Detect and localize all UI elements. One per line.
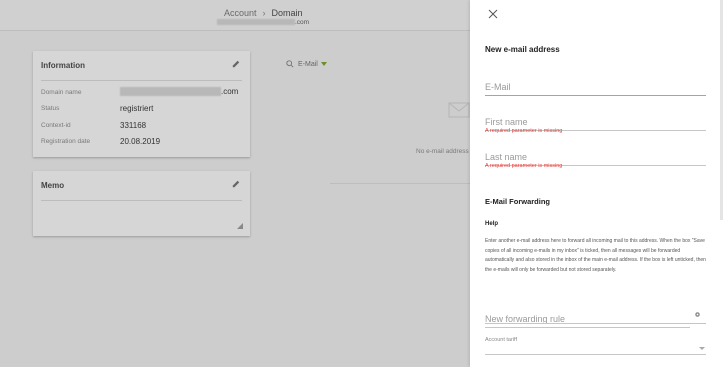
email-input[interactable] xyxy=(485,80,706,96)
breadcrumb: Account › Domain xyxy=(224,8,303,18)
email-filter-label: E-Mail xyxy=(298,60,318,68)
redacted-domain xyxy=(217,19,295,26)
envelope-icon xyxy=(448,102,470,118)
new-email-panel: New e-mail address A required parameter … xyxy=(470,0,723,367)
info-label-domain-name: Domain name xyxy=(41,89,82,96)
first-name-error: A required parameter is missing xyxy=(485,128,563,134)
memo-card: Memo xyxy=(33,171,250,236)
info-value-status: registriert xyxy=(120,104,154,113)
account-tariff-label: Account tariff xyxy=(485,337,517,343)
info-label-context-id: Context-id xyxy=(41,122,71,129)
info-label-status: Status xyxy=(41,105,60,112)
redacted-domain xyxy=(120,87,221,97)
email-filter[interactable]: E-Mail xyxy=(286,60,327,68)
info-value-domain-name: .com xyxy=(120,87,238,97)
info-value-context-id: 331168 xyxy=(120,121,147,130)
gear-icon[interactable] xyxy=(694,311,701,318)
breadcrumb-account[interactable]: Account xyxy=(224,8,257,18)
info-label-registration-date: Registration date xyxy=(41,138,91,145)
breadcrumb-domain-name: .com xyxy=(217,19,309,26)
info-value-registration-date: 20.08.2019 xyxy=(120,137,161,146)
email-field[interactable] xyxy=(485,77,706,96)
caret-down-icon[interactable] xyxy=(699,347,705,350)
forwarding-section-title: E-Mail Forwarding xyxy=(485,197,551,206)
breadcrumb-separator: › xyxy=(262,8,266,18)
empty-state-text: No e-mail address xyxy=(416,148,469,155)
help-title: Help xyxy=(485,221,499,227)
breadcrumb-domain: Domain xyxy=(271,8,303,18)
last-name-error: A required parameter is missing xyxy=(485,163,563,169)
divider xyxy=(330,183,470,184)
close-icon[interactable] xyxy=(488,9,498,19)
forwarding-underline xyxy=(485,323,706,324)
forwarding-rule-field[interactable] xyxy=(485,309,690,328)
information-card-title: Information xyxy=(41,61,85,70)
information-card-header: Information xyxy=(41,51,242,81)
information-card: Information Domain name .com Status regi… xyxy=(33,51,250,157)
panel-title: New e-mail address xyxy=(485,45,560,54)
edit-icon[interactable] xyxy=(232,60,240,68)
forwarding-rule-input[interactable] xyxy=(485,312,690,328)
caret-down-icon[interactable] xyxy=(320,62,327,66)
edit-icon[interactable] xyxy=(232,180,240,188)
search-icon[interactable] xyxy=(286,60,294,68)
memo-card-header: Memo xyxy=(41,171,242,201)
domain-suffix: .com xyxy=(295,19,310,26)
account-tariff-select[interactable] xyxy=(485,345,706,355)
resize-handle-icon[interactable] xyxy=(237,223,243,229)
help-text: Enter another e-mail address here to for… xyxy=(485,238,706,274)
memo-card-title: Memo xyxy=(41,181,65,190)
